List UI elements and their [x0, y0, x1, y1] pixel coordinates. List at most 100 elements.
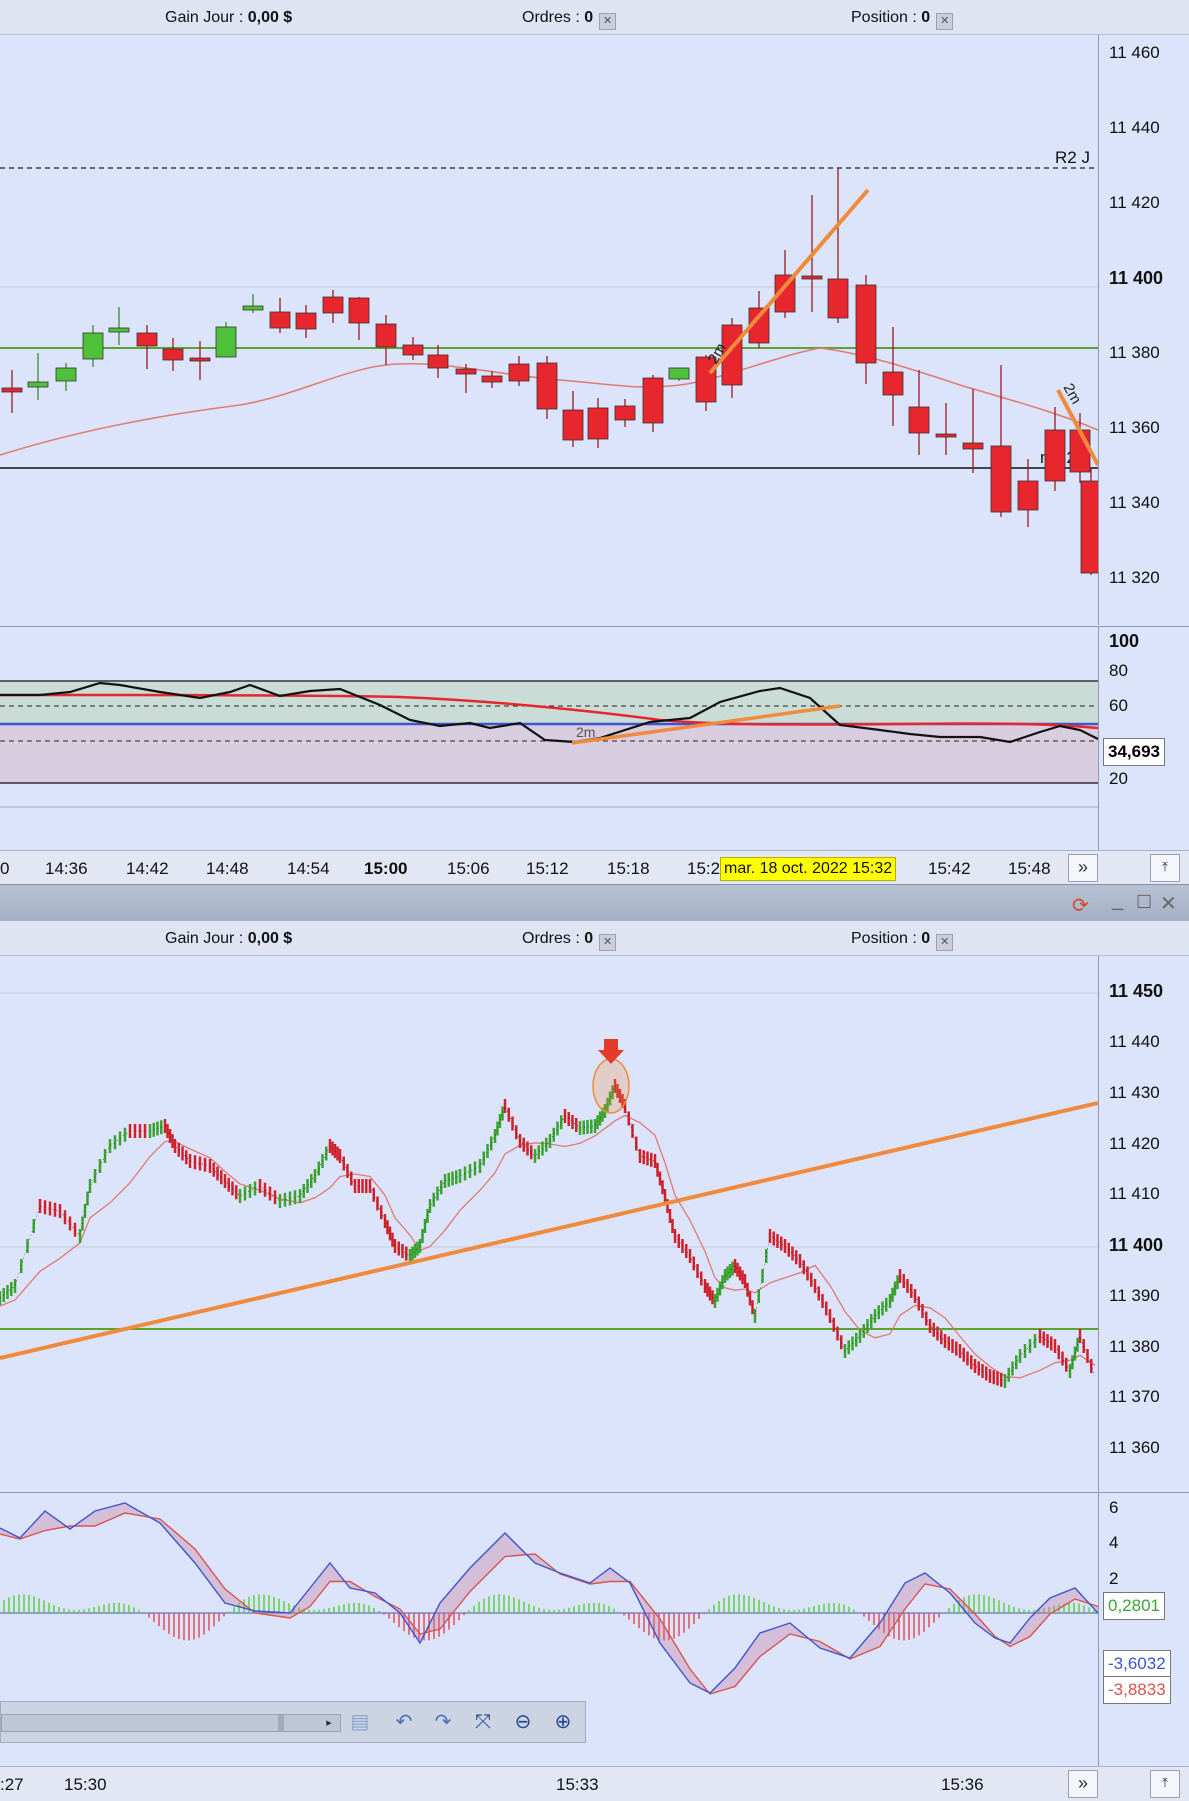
- candle-body: [189, 357, 211, 362]
- time-tick: 15:00: [364, 859, 408, 878]
- macd-fill: [0, 1503, 1098, 1694]
- top-price-chart[interactable]: R2 JmR2 J2m2m: [0, 35, 1102, 625]
- time-tick: 15:30: [64, 1775, 107, 1794]
- gain-label-bottom: Gain Jour : 0,00 $: [165, 930, 293, 947]
- time-tick: :27: [0, 1775, 24, 1794]
- macd-tick: 6: [1109, 1498, 1119, 1517]
- candle-body: [587, 407, 609, 440]
- refresh-icon[interactable]: ⟳: [1072, 893, 1089, 918]
- double-chevron-right-icon-bottom[interactable]: »: [1068, 1770, 1098, 1798]
- candle-body: [322, 296, 344, 314]
- candle-body: [402, 344, 424, 356]
- macd-hist-value: 0,2801: [1103, 1592, 1165, 1620]
- price-tick: 11 440: [1109, 118, 1160, 137]
- top-price-svg: R2 JmR2 J2m2m: [0, 148, 1102, 575]
- macd-tick: 2: [1109, 1569, 1119, 1588]
- price-tick: 11 410: [1109, 1184, 1160, 1203]
- minimize-icon[interactable]: _: [1112, 889, 1123, 912]
- candle-body: [108, 327, 130, 333]
- position-close-icon-bottom[interactable]: ✕: [936, 934, 954, 951]
- bottom-macd-axis: 642-2-6: [1098, 1492, 1189, 1767]
- candle-body: [1069, 429, 1091, 473]
- signal-line: [0, 1512, 1099, 1695]
- sell-arrow-icon: [598, 1039, 624, 1064]
- price-tick: 11 460: [1109, 43, 1160, 62]
- oscillator-tick: 80: [1109, 661, 1128, 680]
- undo-icon[interactable]: ↶: [389, 1708, 419, 1736]
- candle-body: [990, 445, 1012, 513]
- candle-body: [348, 297, 370, 324]
- bottom-price-svg: [0, 992, 1099, 1388]
- candle-body: [455, 368, 477, 375]
- candle-body: [855, 284, 877, 364]
- candle-body: [562, 409, 584, 441]
- price-tick: 11 380: [1109, 343, 1160, 362]
- redo-icon[interactable]: ↷: [428, 1708, 458, 1736]
- candle-body: [27, 381, 49, 388]
- price-tick: 11 400: [1109, 268, 1164, 288]
- price-tick: 11 430: [1109, 1083, 1160, 1102]
- candle-body: [82, 332, 104, 360]
- scroll-right-arrow-icon[interactable]: ▸: [320, 1715, 338, 1731]
- top-oscillator-chart[interactable]: 2m: [0, 626, 1099, 851]
- upper-zone: [0, 681, 1098, 725]
- price-tick: 11 390: [1109, 1286, 1160, 1305]
- double-chevron-right-icon[interactable]: »: [1068, 854, 1098, 882]
- bottom-price-chart[interactable]: [0, 956, 1099, 1492]
- candle-body: [1, 387, 23, 393]
- zoom-fit-icon[interactable]: ⤧: [468, 1708, 498, 1736]
- orders-close-icon-bottom[interactable]: ✕: [599, 934, 617, 951]
- candle-body: [668, 367, 690, 380]
- candle-body: [481, 375, 503, 383]
- candle-body: [55, 367, 77, 382]
- orders-label: Ordres : 0 ✕: [522, 9, 617, 30]
- bottom-time-axis: 15:36 15:33 15:30:27 » ⤒: [0, 1766, 1189, 1801]
- r2-level-label: R2 J: [1055, 148, 1090, 167]
- crosshair-date-tooltip: mar. 18 oct. 2022 15:32: [720, 857, 897, 881]
- peak-marker: [592, 1058, 630, 1114]
- oscillator-value-box: 34,693: [1103, 738, 1165, 766]
- expand-icon-bottom[interactable]: ⤒: [1150, 1770, 1180, 1798]
- time-tick: 15:06: [447, 859, 490, 878]
- time-tick: 15:48: [1008, 859, 1051, 878]
- expand-icon[interactable]: ⤒: [1150, 854, 1180, 882]
- candle-body: [269, 311, 291, 329]
- oscillator-tick: 100: [1109, 631, 1140, 651]
- time-tick: 14:36: [45, 859, 88, 878]
- close-icon[interactable]: ✕: [1160, 891, 1177, 916]
- maximize-icon[interactable]: ☐: [1136, 892, 1152, 913]
- position-close-icon[interactable]: ✕: [936, 13, 954, 30]
- chart-scrollbar[interactable]: ▸: [1, 1714, 341, 1732]
- macd-signal-value: -3,8833: [1103, 1676, 1171, 1704]
- time-tick: 15:2: [687, 859, 721, 878]
- position-label-bottom: Position : 0 ✕: [851, 930, 954, 951]
- macd-line: [0, 1502, 1099, 1694]
- time-tick: 14:48: [206, 859, 249, 878]
- candle-body: [908, 406, 930, 434]
- zoom-out-icon[interactable]: ⊖: [508, 1708, 538, 1736]
- price-tick: 11 340: [1109, 493, 1160, 512]
- price-tick: 11 370: [1109, 1387, 1160, 1406]
- time-tick: 14:54: [287, 859, 330, 878]
- top-price-axis: 11 460 11 440 11 420 11 400 11 380 11 360 11 3…: [1098, 35, 1189, 625]
- candle-body: [882, 371, 904, 396]
- candle-body: [215, 326, 237, 358]
- orders-close-icon[interactable]: ✕: [599, 13, 617, 30]
- scroll-thumb[interactable]: [278, 1715, 284, 1731]
- candle-body: [801, 275, 823, 280]
- oscillator-tick: 60: [1109, 696, 1128, 715]
- candle-body: [162, 348, 184, 361]
- time-tick: 15:12: [526, 859, 569, 878]
- chart-toolbar: ▸ ▤ ↶ ↷ ⤧ ⊖ ⊕: [0, 1701, 586, 1743]
- time-tick: 15:18: [607, 859, 650, 878]
- candle-body: [1080, 480, 1102, 574]
- top-info-bar: Gain Jour : 0,00 $ Ordres : 0 ✕ Position …: [0, 0, 1189, 35]
- bottom-price-axis: 11 450 11 440 11 430 11 420 11 410 11 400 11 3…: [1098, 956, 1189, 1492]
- price-tick: 11 360: [1109, 1438, 1160, 1457]
- drawing-label-2m: 2m: [576, 724, 595, 740]
- price-tick: 11 360: [1109, 418, 1160, 437]
- chart-icon[interactable]: ▤: [345, 1708, 375, 1736]
- time-tick: 15:42: [928, 859, 971, 878]
- zoom-in-icon[interactable]: ⊕: [548, 1708, 578, 1736]
- candle-body: [827, 278, 849, 319]
